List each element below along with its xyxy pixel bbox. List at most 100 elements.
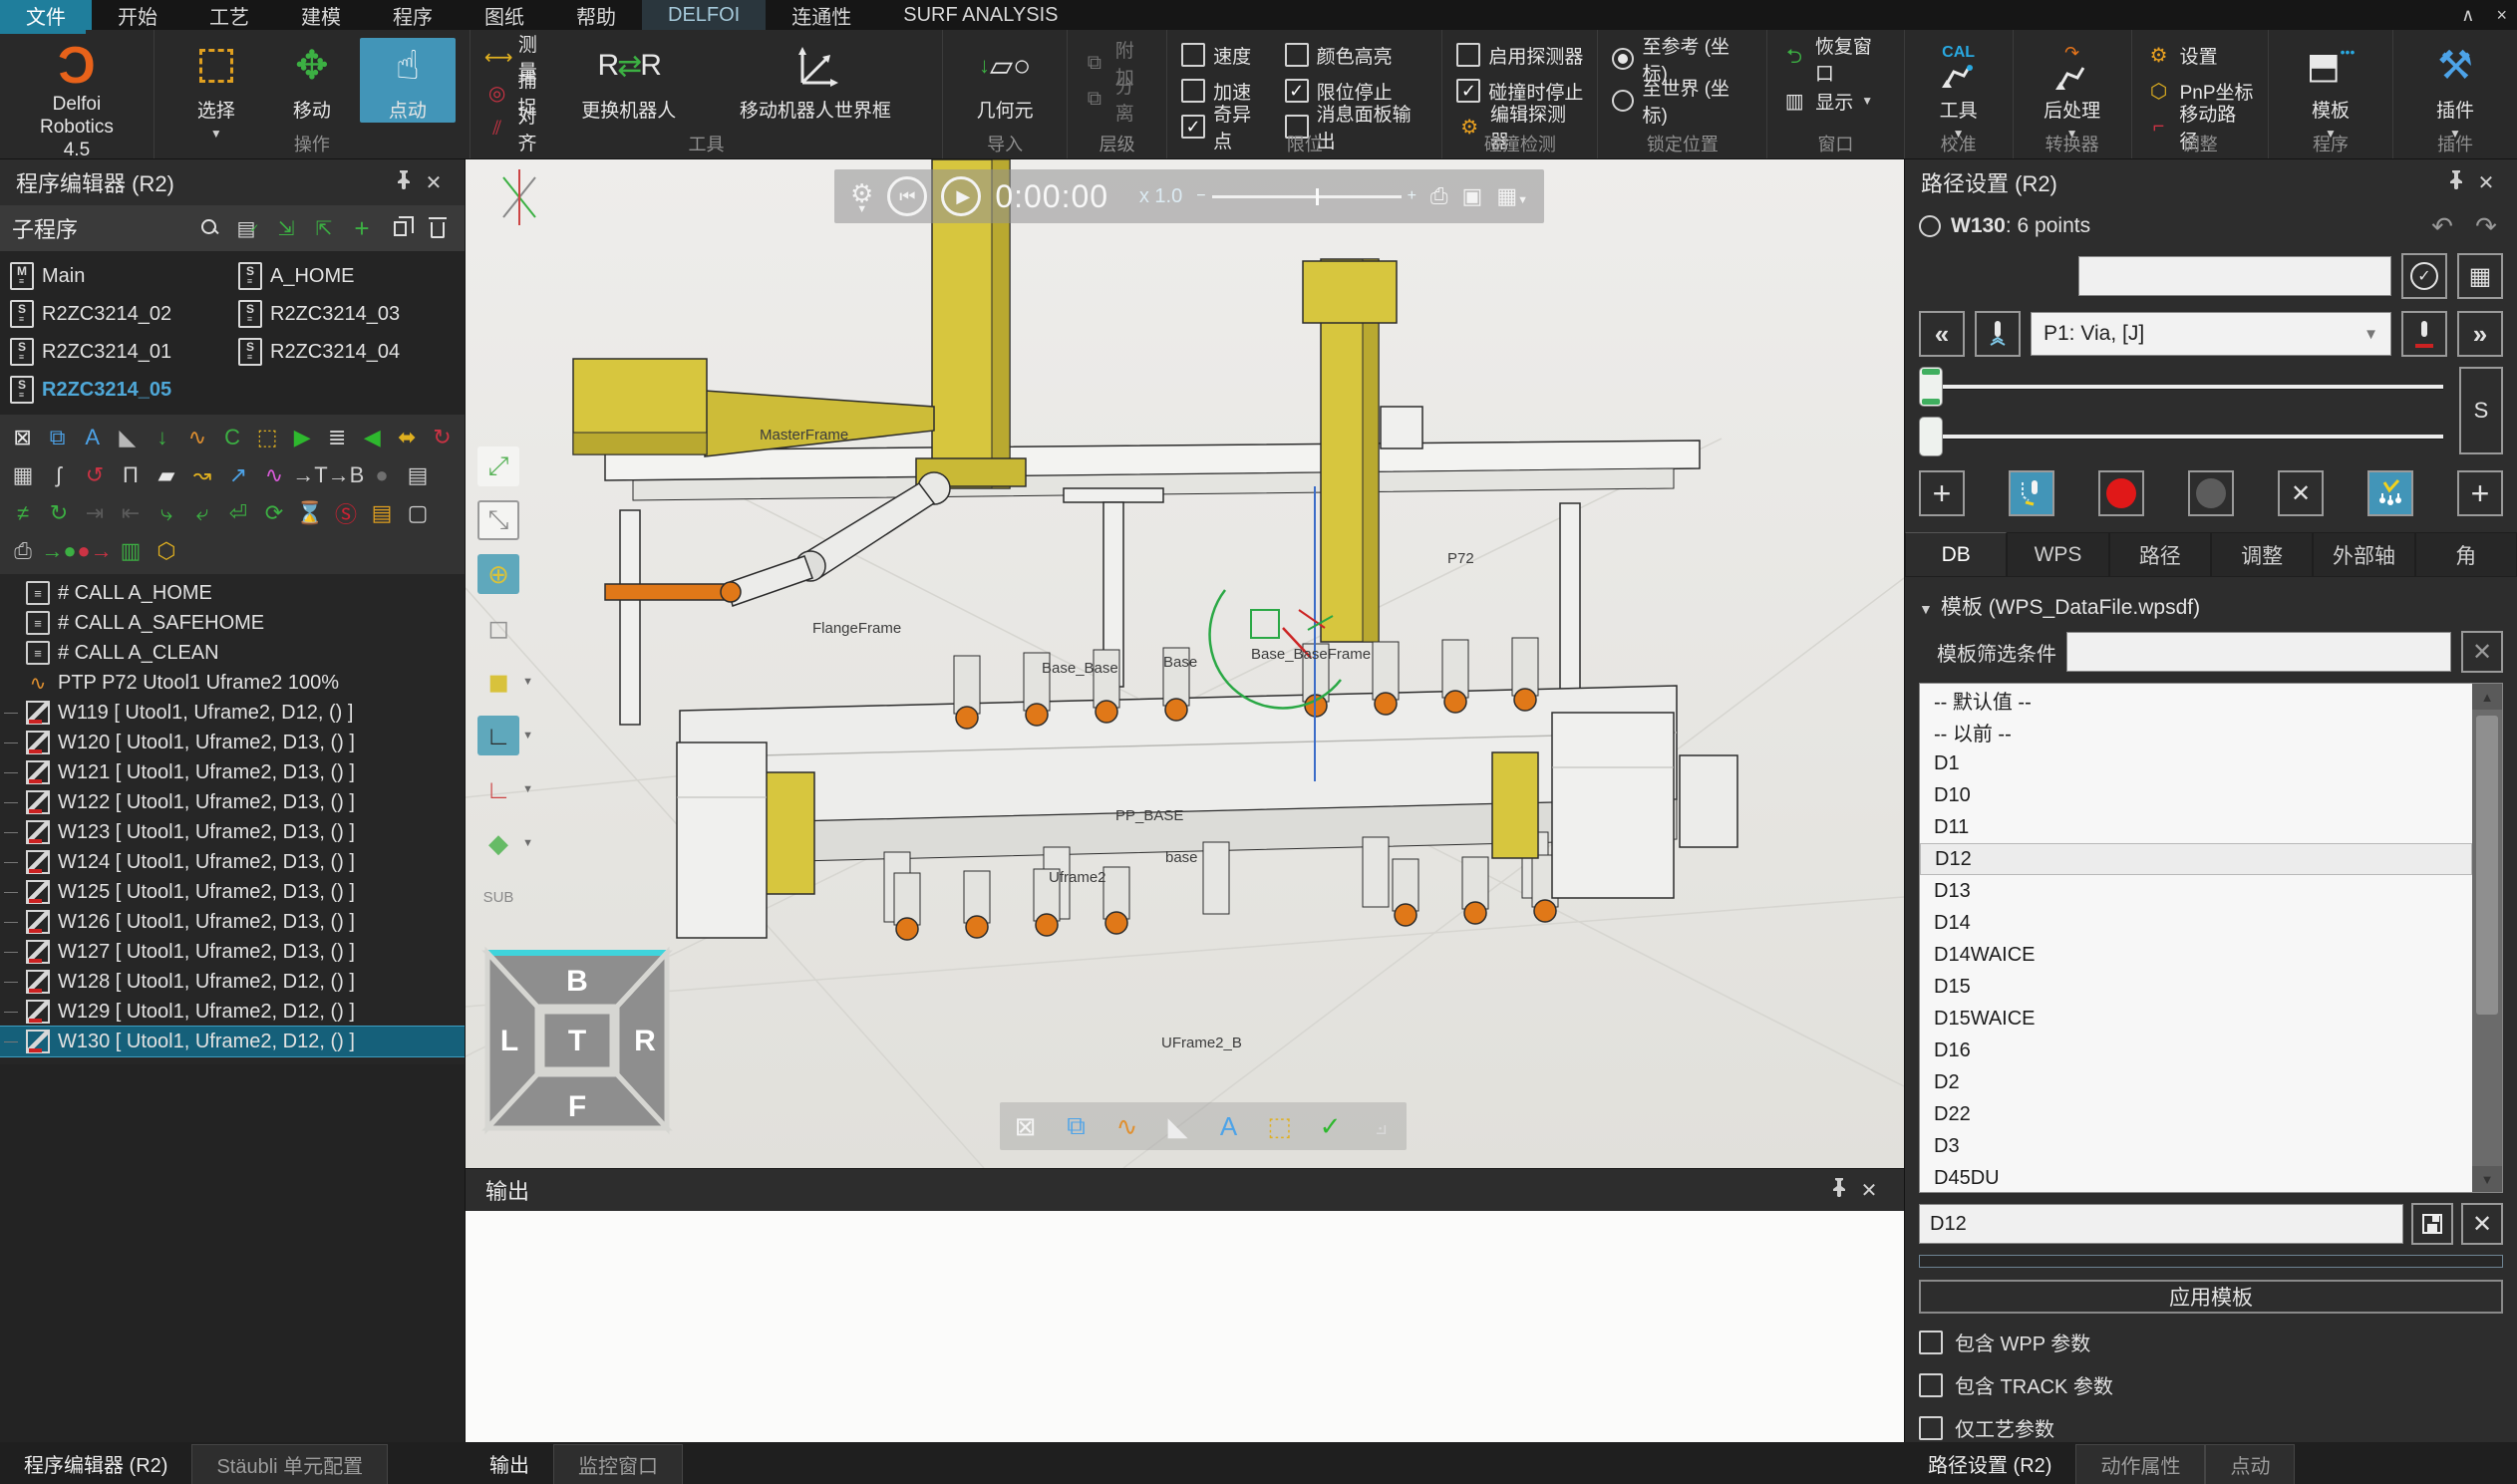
template-filter-input[interactable] (2066, 632, 2451, 672)
statement-row[interactable]: ∿PTP P72 Utool1 Uframe2 100% (0, 668, 465, 698)
move-button[interactable]: ✥ 移动 (264, 38, 360, 123)
calibration-tool-button[interactable]: CAL 工具▼ (1919, 38, 1999, 141)
zoom-window-icon[interactable]: ⤡ (477, 500, 519, 540)
vp-robot-icon[interactable]: ⟓ (1362, 1106, 1402, 1146)
settings-button[interactable]: ⚙设置 (2146, 40, 2254, 70)
statement-row[interactable]: W128 [ Utool1, Uframe2, D12, () ] (0, 967, 465, 997)
process-only-checkbox[interactable]: ✓仅工艺参数 (1919, 1413, 2503, 1442)
vp-check-icon[interactable]: ✓ (1311, 1106, 1351, 1146)
export-pdf-icon[interactable]: ⎙ (1430, 183, 1448, 209)
vp-swap-icon[interactable]: ⧉ (1057, 1106, 1097, 1146)
sub-path-icon[interactable]: SUB (477, 877, 519, 917)
rewind-button[interactable]: ⏮ (887, 176, 927, 216)
statement-row[interactable]: W125 [ Utool1, Uframe2, D13, () ] (0, 877, 465, 907)
statement-row[interactable]: W127 [ Utool1, Uframe2, D13, () ] (0, 937, 465, 967)
statement-row[interactable]: W122 [ Utool1, Uframe2, D13, () ] (0, 787, 465, 817)
record-point-disabled-button[interactable] (2188, 470, 2234, 516)
template-list-item[interactable]: D16 (1920, 1035, 2472, 1066)
status-tab[interactable]: 程序编辑器 (R2) (0, 1442, 191, 1484)
restore-window-button[interactable]: ⮌恢复窗口 (1781, 44, 1889, 74)
vp-weld-icon[interactable]: ⊠ (1006, 1106, 1046, 1146)
collapse-ribbon-icon[interactable]: ∧ (2461, 5, 2474, 26)
record-video-icon[interactable]: ▣ (1462, 183, 1483, 209)
position-slider[interactable] (1919, 367, 2449, 407)
prog-conveyor-icon[interactable]: ⬌ (391, 422, 424, 453)
scroll-down-icon[interactable]: ▼ (2472, 1166, 2502, 1192)
prog-to-b-icon[interactable]: →B (329, 459, 363, 491)
tab-角[interactable]: 角 (2415, 532, 2517, 576)
delete-template-button[interactable]: ✕ (2461, 1203, 2503, 1245)
pin-icon[interactable] (1824, 1177, 1854, 1203)
subprogram-item[interactable]: S≡R2ZC3214_04 (232, 335, 461, 369)
prog-path-pink-icon[interactable]: ∿ (257, 459, 291, 491)
pin-icon[interactable] (2441, 169, 2471, 195)
template-list-item[interactable]: D13 (1920, 875, 2472, 907)
s-button[interactable]: S (2459, 367, 2503, 454)
menu-item-drawing[interactable]: 图纸 (459, 0, 550, 30)
solid-cube-icon[interactable]: ◼▼ (477, 662, 519, 702)
to-reference-radio[interactable]: 至参考 (坐标) (1612, 44, 1752, 74)
prog-swap-icon[interactable]: ⧉ (41, 422, 74, 453)
statement-row[interactable]: ≡# CALL A_SAFEHOME (0, 608, 465, 638)
apply-template-button[interactable]: 应用模板 (1919, 1280, 2503, 1314)
delete-point-button[interactable]: ✕ (2278, 470, 2324, 516)
subprogram-item[interactable]: S≡R2ZC3214_01 (4, 335, 232, 369)
vp-select-frame-icon[interactable]: ⬚ (1260, 1106, 1300, 1146)
statement-row[interactable]: W126 [ Utool1, Uframe2, D13, () ] (0, 907, 465, 937)
prog-loop2-icon[interactable]: ↻ (42, 497, 76, 529)
close-window-icon[interactable]: × (2496, 5, 2507, 26)
plugin-button[interactable]: ⚒ 插件▼ (2407, 38, 2503, 141)
template-list-item[interactable]: -- 以前 -- (1920, 716, 2472, 747)
prog-return-icon[interactable]: ⏎ (221, 497, 255, 529)
prog-folder-icon[interactable]: ▰ (150, 459, 183, 491)
status-tab[interactable]: Stäubli 单元配置 (191, 1444, 388, 1484)
display-button[interactable]: ▥显示▼ (1781, 86, 1889, 116)
rgb-cube-icon[interactable]: ◆▼ (477, 823, 519, 863)
prog-wait-icon[interactable]: ⌛ (293, 497, 327, 529)
viewport-3d[interactable]: ⚙▼ ⏮ ▶ 0:00:00 x 1.0 − + ⎙ ▣ ▦▼ ⤢⤡⊕◻◼▼∟▼… (466, 159, 1904, 1168)
add-point-after-button[interactable]: + (2457, 470, 2503, 516)
statement-row[interactable]: ≡# CALL A_HOME (0, 578, 465, 608)
next-point-button[interactable]: » (2457, 311, 2503, 357)
postprocess-button[interactable]: ↷ 后处理▼ (2028, 38, 2117, 141)
subprogram-item[interactable]: S≡R2ZC3214_02 (4, 297, 232, 331)
tab-db[interactable]: DB (1905, 532, 2007, 576)
playback-settings-gear-icon[interactable]: ⚙▼ (850, 178, 873, 215)
prog-play-back-icon[interactable]: ◀ (356, 422, 389, 453)
jog-button[interactable]: ☝ 点动 (360, 38, 456, 123)
detach-button[interactable]: ⧉分离 (1082, 84, 1152, 114)
close-icon[interactable]: ✕ (2471, 170, 2501, 195)
prog-frame-icon[interactable]: ⬚ (251, 422, 284, 453)
wireframe-cube-icon[interactable]: ◻ (477, 608, 519, 648)
template-list-item[interactable]: D15WAICE (1920, 1003, 2472, 1035)
prog-weld-icon[interactable]: ⊠ (6, 422, 39, 453)
orientation-slider[interactable] (1919, 417, 2449, 456)
template-list-item[interactable]: D10 (1920, 779, 2472, 811)
prog-chart-icon[interactable]: ▥ (114, 535, 148, 567)
statement-row[interactable]: W123 [ Utool1, Uframe2, D13, () ] (0, 817, 465, 847)
menu-item-modeling[interactable]: 建模 (275, 0, 367, 30)
prog-text-icon[interactable]: A (76, 422, 109, 453)
template-list-item[interactable]: -- 默认值 -- (1920, 684, 2472, 716)
menu-item-program[interactable]: 程序 (367, 0, 459, 30)
prog-ramp-icon[interactable]: ◣ (111, 422, 144, 453)
view-cube[interactable]: B L T R F (479, 945, 675, 1136)
template-button[interactable]: ⬒••• 模板▼ (2283, 38, 2378, 141)
verify-points-button[interactable] (2367, 470, 2413, 516)
prog-path-up-icon[interactable]: ↝ (185, 459, 219, 491)
template-list-item[interactable]: D11 (1920, 811, 2472, 843)
template-list-item[interactable]: D3 (1920, 1130, 2472, 1162)
template-name-input[interactable] (1919, 1204, 2403, 1244)
path-radio[interactable] (1919, 215, 1941, 237)
prev-point-button[interactable]: « (1919, 311, 1965, 357)
prog-lines-icon[interactable]: ≠ (6, 497, 40, 529)
frame-axis-icon[interactable]: ∟▼ (477, 716, 519, 755)
status-tab[interactable]: 路径设置 (R2) (1904, 1442, 2075, 1484)
template-list-scrollbar[interactable]: ▲ ▼ (2472, 684, 2502, 1192)
prog-jump2-icon[interactable]: ⇤ (114, 497, 148, 529)
prog-step-icon[interactable]: Π (114, 459, 148, 491)
point-name-input[interactable] (2078, 256, 2391, 296)
prog-arc-icon[interactable]: ↺ (78, 459, 112, 491)
prog-rotate-icon[interactable]: ↻ (426, 422, 459, 453)
include-track-checkbox[interactable]: ✓包含 TRACK 参数 (1919, 1370, 2503, 1399)
